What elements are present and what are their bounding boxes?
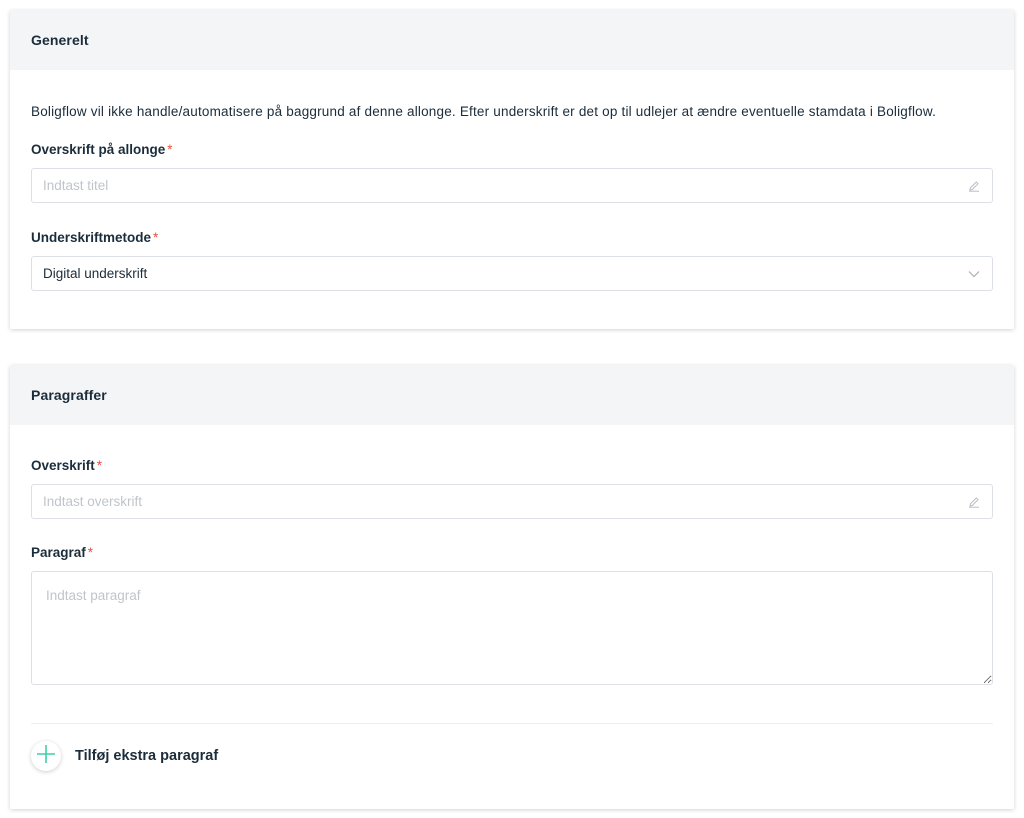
allonge-heading-label: Overskrift på allonge * (31, 142, 173, 157)
paragraph-heading-input-wrapper (31, 484, 993, 519)
paragraph-label: Paragraf * (31, 545, 93, 560)
add-paragraph-circle (31, 741, 61, 771)
signature-method-select[interactable]: Digital underskrift (31, 256, 993, 291)
signature-method-label: Underskriftmetode * (31, 230, 158, 245)
info-text: Boligflow vil ikke handle/automatisere p… (31, 104, 937, 119)
paragraph-heading-input[interactable] (43, 494, 967, 509)
allonge-heading-input-wrapper (31, 168, 993, 203)
signature-method-label-text: Underskriftmetode (31, 230, 152, 245)
paragraphs-card: Paragraffer Overskrift* Paragraf* (10, 365, 1014, 809)
paragraph-heading-label: Overskrift * (31, 458, 102, 473)
add-paragraph-label: Tilføj ekstra paragraf (75, 748, 219, 764)
general-card-title: Generelt (31, 32, 89, 48)
paragraph-label-text: Paragraf (31, 545, 86, 560)
allonge-heading-label-text: Overskrift på allonge (31, 142, 166, 157)
paragraph-heading-label-text: Overskrift (31, 458, 95, 473)
pencil-icon (967, 179, 981, 193)
paragraphs-card-title: Paragraffer (31, 387, 107, 403)
divider (31, 723, 993, 724)
paragraphs-card-header: Paragraffer (10, 365, 1014, 425)
signature-method-selected-value: Digital underskrift (43, 266, 148, 281)
chevron-down-icon (967, 267, 981, 281)
general-card: Generelt Boligflow vil ikke handle/autom… (10, 10, 1014, 329)
add-paragraph-button[interactable]: Tilføj ekstra paragraf (31, 741, 218, 771)
required-mark: * (96, 458, 103, 473)
required-mark: * (167, 142, 173, 157)
pencil-icon (967, 495, 981, 509)
general-card-header: Generelt (10, 10, 1014, 70)
required-mark: * (87, 545, 94, 560)
allonge-heading-input[interactable] (43, 178, 967, 193)
required-mark: * (153, 230, 159, 245)
plus-icon (36, 744, 56, 769)
paragraph-textarea[interactable] (31, 571, 993, 685)
